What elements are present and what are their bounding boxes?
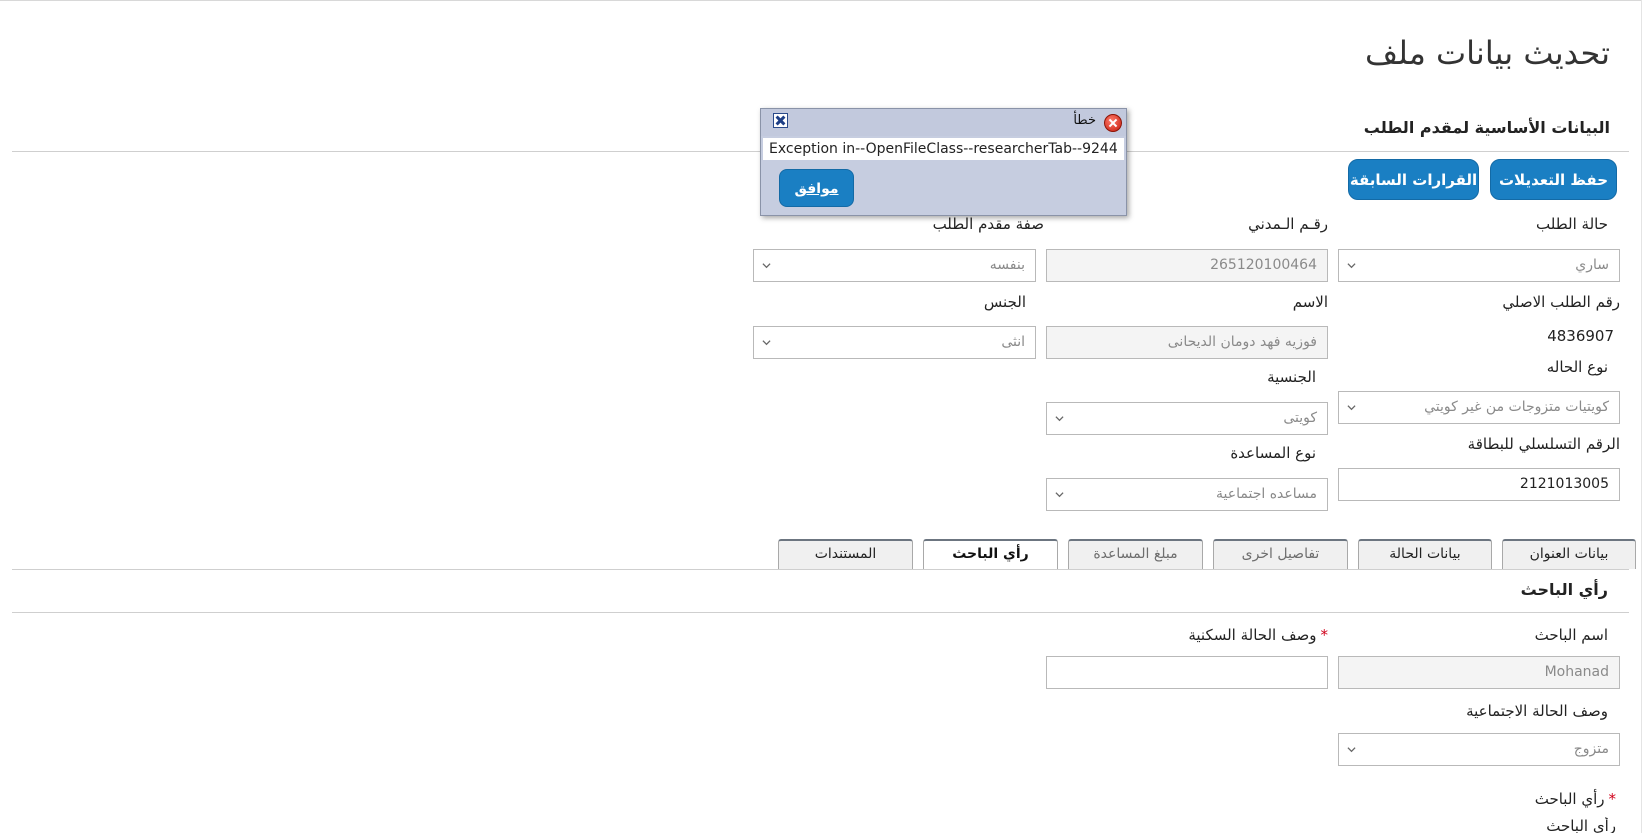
- aid-type-value: مساعده اجتماعية: [1216, 486, 1317, 502]
- card-serial-field[interactable]: 2121013005: [1338, 468, 1620, 501]
- top-border: [0, 0, 1651, 1]
- chevron-down-icon: [1055, 492, 1064, 498]
- tabs-divider: [12, 569, 1629, 570]
- tab-researcher-opinion[interactable]: رأي الباحث: [923, 539, 1058, 570]
- tab-address-data[interactable]: بيانات العنوان: [1502, 539, 1636, 569]
- applicant-role-select[interactable]: بنفسه: [753, 249, 1036, 282]
- civil-id-value: 265120100464: [1210, 257, 1317, 273]
- request-status-label: حالة الطلب: [1536, 215, 1608, 233]
- tab-other-details[interactable]: تفاصيل اخرى: [1213, 539, 1348, 569]
- case-type-label: نوع الحاله: [1546, 358, 1608, 376]
- previous-decisions-button[interactable]: القرارات السابقة: [1348, 159, 1479, 200]
- case-type-select[interactable]: كويتيات متزوجات من غير كويتي: [1338, 391, 1620, 424]
- social-desc-value: متزوج: [1573, 741, 1609, 757]
- researcher-name-value: Mohanad: [1544, 664, 1609, 680]
- researcher-divider: [12, 612, 1629, 613]
- name-value: فوزيه فهد دومان الديحانى: [1167, 334, 1317, 350]
- civil-id-field[interactable]: 265120100464: [1046, 249, 1328, 282]
- applicant-role-label: صفة مقدم الطلب: [932, 215, 1044, 233]
- save-changes-button[interactable]: حفظ التعديلات: [1490, 159, 1617, 200]
- name-field[interactable]: فوزيه فهد دومان الديحانى: [1046, 326, 1328, 359]
- aid-type-select[interactable]: مساعده اجتماعية: [1046, 478, 1328, 511]
- researcher-opinion-sublabel: رأي الباحث: [1546, 817, 1616, 833]
- tab-documents[interactable]: المستندات: [778, 539, 913, 569]
- original-request-no-value: 4836907: [1547, 327, 1614, 345]
- card-serial-label: الرقم التسلسلي للبطاقة: [1467, 435, 1620, 453]
- case-type-value: كويتيات متزوجات من غير كويتي: [1424, 399, 1609, 415]
- civil-id-label: رقـم الـمدني: [1248, 215, 1328, 233]
- card-serial-value: 2121013005: [1519, 476, 1609, 492]
- dialog-title: خطأ: [1073, 113, 1096, 128]
- page-title: تحديث بيانات ملف: [1365, 34, 1610, 72]
- dialog-ok-button[interactable]: موافق: [779, 169, 854, 207]
- chevron-down-icon: [762, 263, 771, 269]
- applicant-role-value: بنفسه: [989, 257, 1025, 273]
- social-desc-select[interactable]: متزوج: [1338, 733, 1620, 766]
- dialog-message: Exception in--OpenFileClass--researcherT…: [763, 138, 1124, 160]
- housing-desc-input[interactable]: [1046, 656, 1328, 689]
- researcher-name-label: اسم الباحث: [1534, 626, 1608, 644]
- nationality-label: الجنسية: [1267, 368, 1316, 386]
- name-label: الاسم: [1292, 293, 1328, 311]
- close-icon[interactable]: [773, 113, 788, 128]
- error-dialog: خطأ Exception in--OpenFileClass--researc…: [760, 108, 1127, 216]
- chevron-down-icon: [1347, 747, 1356, 753]
- request-status-select[interactable]: ساري: [1338, 249, 1620, 282]
- nationality-select[interactable]: كويتى: [1046, 402, 1328, 435]
- dialog-titlebar: خطأ: [761, 109, 1126, 136]
- chevron-down-icon: [762, 340, 771, 346]
- researcher-name-field[interactable]: Mohanad: [1338, 656, 1620, 689]
- error-icon: [1104, 114, 1122, 132]
- request-status-value: ساري: [1575, 257, 1609, 273]
- gender-label: الجنس: [983, 293, 1026, 311]
- basic-section-title: البيانات الأساسية لمقدم الطلب: [1363, 118, 1610, 137]
- social-desc-label: وصف الحالة الاجتماعية: [1466, 702, 1608, 720]
- researcher-section-title: رأي الباحث: [1520, 580, 1608, 599]
- chevron-down-icon: [1347, 405, 1356, 411]
- researcher-opinion-label: *رأي الباحث: [1534, 790, 1616, 808]
- tab-aid-amount[interactable]: مبلغ المساعدة: [1068, 539, 1203, 569]
- chevron-down-icon: [1347, 263, 1356, 269]
- aid-type-label: نوع المساعدة: [1230, 444, 1316, 462]
- gender-value: انثى: [1001, 334, 1025, 350]
- vertical-scrollbar[interactable]: [1641, 0, 1651, 833]
- tab-case-data[interactable]: بيانات الحالة: [1358, 539, 1492, 569]
- housing-desc-label: *وصف الحالة السكنية: [1188, 626, 1328, 644]
- original-request-no-label: رقم الطلب الاصلي: [1502, 293, 1620, 311]
- nationality-value: كويتى: [1283, 410, 1317, 426]
- gender-select[interactable]: انثى: [753, 326, 1036, 359]
- chevron-down-icon: [1055, 416, 1064, 422]
